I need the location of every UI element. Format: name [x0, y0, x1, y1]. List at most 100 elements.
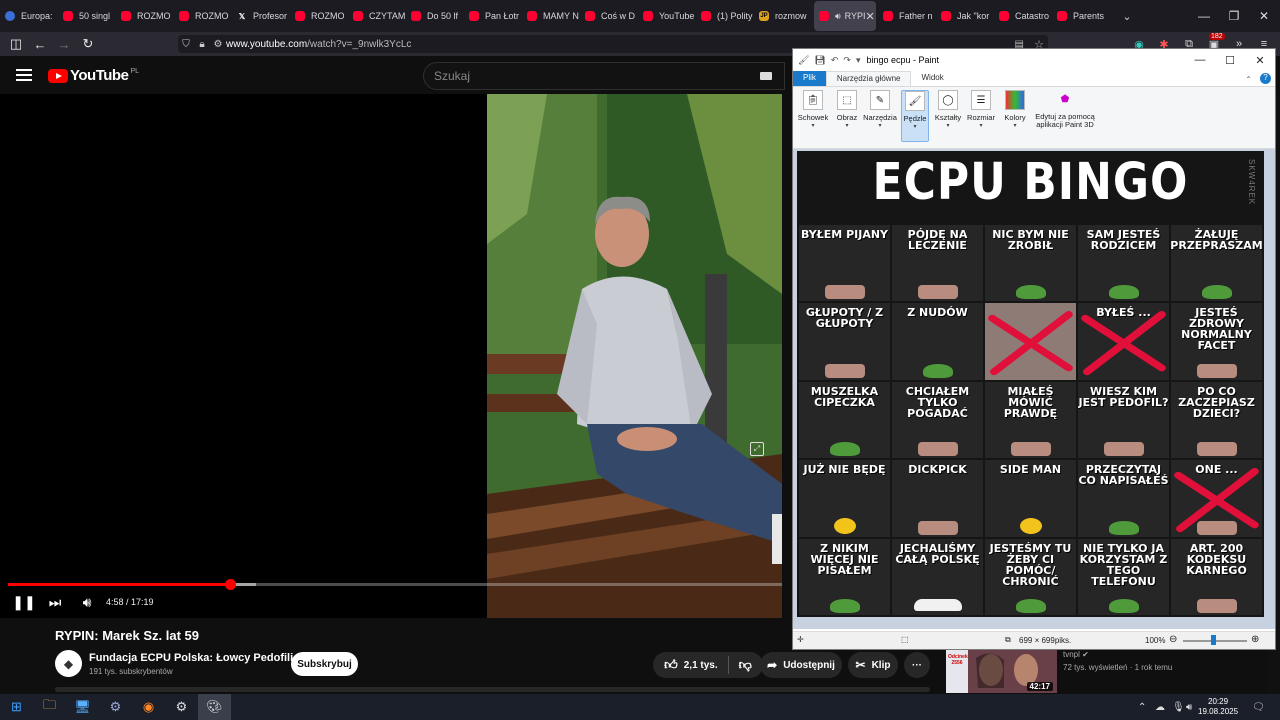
tab-a1[interactable]: 50 singl	[58, 1, 116, 31]
youtube-logo[interactable]: YouTube PL	[48, 67, 139, 84]
tab-narzedzia-glowne[interactable]: Narzędzia główne	[825, 71, 912, 86]
video-frame[interactable]	[487, 94, 782, 618]
youtube-header: YouTube PL Szukaj	[0, 56, 800, 94]
start-windows-icon[interactable]: ⊞	[0, 694, 33, 720]
tab-a10[interactable]: Coś w D	[580, 1, 638, 31]
group-ksztalty[interactable]: ◯ Kształty ▾	[933, 90, 963, 142]
recommended-video-thumbnail[interactable]: Odcinek 2556 42:17	[946, 648, 1057, 693]
subscribe-button[interactable]: Subskrybuj	[291, 652, 358, 676]
ribbon-collapse-icon[interactable]: ⌃	[1241, 75, 1256, 86]
volume-icon[interactable]: 🔊︎	[77, 593, 97, 611]
minimize-icon[interactable]: —	[1188, 0, 1220, 32]
tab-a3[interactable]: ROZMO	[174, 1, 232, 31]
back-icon[interactable]: ←	[28, 32, 52, 56]
tab-a5[interactable]: ROZMO	[290, 1, 348, 31]
paint-canvas-area[interactable]: ECPU BINGO SKW4REK BYŁEM PIJANY PÓJDĘ NA …	[793, 149, 1275, 629]
bingo-grid: BYŁEM PIJANY PÓJDĘ NA LECZENIE NIC BYM NIE…	[799, 225, 1262, 615]
tab-a0[interactable]: Europa:	[0, 1, 58, 31]
paint-close-icon[interactable]: ✕	[1245, 49, 1275, 71]
tab-a8[interactable]: Pan Łotr	[464, 1, 522, 31]
shield-icon[interactable]: ⛉	[178, 39, 194, 50]
video-player[interactable]: ⤢ ❚❚ ⏭ 🔊︎ 4:58 / 17:19	[0, 94, 782, 618]
settings-gear-icon[interactable]: ⚙	[165, 694, 198, 720]
keyboard-icon[interactable]	[760, 72, 772, 80]
group-schowek[interactable]: 📋︎ Schowek ▾	[797, 90, 829, 142]
group-label: Schowek	[797, 113, 829, 122]
group-kolory[interactable]: Kolory ▾	[1001, 90, 1029, 142]
tab-a7[interactable]: Do 50 lf	[406, 1, 464, 31]
dislike-button[interactable]: 👎︎	[739, 657, 752, 673]
paint-taskbar-icon[interactable]: 🎨︎	[198, 694, 231, 720]
progress-bar[interactable]	[8, 579, 782, 590]
qat-dropdown-icon[interactable]: ▾	[856, 55, 861, 66]
list-all-tabs-icon[interactable]: ⌄	[1116, 10, 1138, 23]
tab-plik[interactable]: Plik	[793, 71, 826, 86]
description-box[interactable]	[55, 687, 930, 692]
zoom-slider-handle[interactable]	[1211, 635, 1216, 645]
tab-a2[interactable]: ROZMO	[116, 1, 174, 31]
group-paint3d[interactable]: ⬟ Edytuj za pomocą aplikacji Paint 3D	[1033, 90, 1097, 142]
zoom-out-icon[interactable]: ⊖	[1169, 634, 1177, 645]
notifications-icon[interactable]: 🗨︎	[1252, 694, 1265, 720]
next-video-icon[interactable]: ⏭	[45, 593, 65, 611]
playing-audio-icon[interactable]: 🔊︎	[835, 11, 841, 22]
tab-b0[interactable]: Father n	[878, 1, 936, 31]
file-explorer-icon[interactable]: 🗀︎	[33, 694, 66, 720]
face-sticker-icon	[824, 363, 865, 378]
group-rozmiar[interactable]: ☰ Rozmiar ▾	[965, 90, 997, 142]
microphone-icon[interactable]: 🎙︎	[1172, 694, 1185, 720]
save-icon[interactable]: 💾︎	[814, 55, 825, 66]
help-icon[interactable]: ?	[1260, 73, 1271, 84]
channel-name[interactable]: Fundacja ECPU Polska: Łowcy Pedofili	[89, 652, 293, 664]
group-pedzle[interactable]: 🖌︎ Pędzle ▾	[901, 90, 929, 142]
forward-icon[interactable]: →	[52, 32, 76, 56]
show-hidden-icons-icon[interactable]: ⌃	[1138, 694, 1146, 720]
like-button[interactable]: 👍︎ 2,1 tys.	[664, 657, 718, 673]
share-button[interactable]: ➦ Udostępnij	[760, 652, 842, 678]
tab-a9[interactable]: MAMY N	[522, 1, 580, 31]
tab-b2[interactable]: Catastro	[994, 1, 1052, 31]
tab-b3[interactable]: Parents	[1052, 1, 1110, 31]
tab-active-video[interactable]: 🔊︎ RYPI ✕	[814, 1, 876, 31]
clip-button[interactable]: ✂ Klip	[848, 652, 898, 678]
pause-icon[interactable]: ❚❚	[12, 593, 35, 611]
lock-icon[interactable]: 🔒︎	[194, 39, 210, 50]
close-window-icon[interactable]: ✕	[1248, 0, 1280, 32]
onedrive-cloud-icon[interactable]: ☁	[1155, 694, 1165, 720]
speaker-tray-icon[interactable]: 🔊︎	[1186, 694, 1192, 720]
more-actions-button[interactable]: ···	[904, 652, 930, 678]
group-obraz[interactable]: ⬚ Obraz ▾	[833, 90, 861, 142]
search-input[interactable]: Szukaj	[423, 62, 785, 90]
reload-icon[interactable]: ↻	[76, 32, 100, 56]
bingo-cell-text: JESTEŚ ZDROWY NORMALNY FACET	[1181, 306, 1252, 353]
zoom-in-icon[interactable]: ⊕	[1251, 634, 1259, 645]
tab-a11[interactable]: YouTube	[638, 1, 696, 31]
undo-icon[interactable]: ↶	[831, 55, 839, 66]
tab-a12[interactable]: (1) Polity	[696, 1, 754, 31]
close-tab-icon[interactable]: ✕	[866, 10, 875, 23]
monitor-app-icon[interactable]: 🖥︎	[66, 694, 99, 720]
paint-app-icon[interactable]: 🖌︎	[798, 55, 809, 66]
scrubber-handle[interactable]	[225, 579, 237, 590]
tab-a4[interactable]: 𝕏 Profesor	[232, 1, 290, 31]
maximize-icon[interactable]: ❐	[1218, 0, 1250, 32]
permissions-icon[interactable]: ⚙	[210, 39, 226, 50]
duck-sticker-icon	[833, 517, 856, 534]
recommended-channel[interactable]: tvnpl ✔	[1063, 650, 1089, 659]
menu-hamburger-icon[interactable]	[16, 69, 32, 81]
system-clock[interactable]: 20:29 19.08.2025	[1198, 697, 1238, 717]
sidebar-toggle-icon[interactable]: ◫	[4, 32, 28, 56]
paint-maximize-icon[interactable]: ☐	[1215, 49, 1245, 71]
steam-icon[interactable]: ⚙	[99, 694, 132, 720]
tab-widok[interactable]: Widok	[911, 71, 953, 86]
paint-minimize-icon[interactable]: —	[1185, 49, 1215, 71]
tab-a13[interactable]: JP rozmow	[754, 1, 812, 31]
tab-a6[interactable]: CZYTAM	[348, 1, 406, 31]
channel-avatar[interactable]: ◆	[55, 650, 82, 677]
redo-icon[interactable]: ↷	[843, 55, 851, 66]
firefox-icon[interactable]: ◉	[132, 694, 165, 720]
tab-b1[interactable]: Jak "kor	[936, 1, 994, 31]
fullscreen-expand-icon[interactable]: ⤢	[750, 442, 764, 456]
bingo-image[interactable]: ECPU BINGO SKW4REK BYŁEM PIJANY PÓJDĘ NA …	[797, 151, 1264, 617]
group-narzedzia[interactable]: ✎ Narzędzia ▾	[863, 90, 897, 142]
